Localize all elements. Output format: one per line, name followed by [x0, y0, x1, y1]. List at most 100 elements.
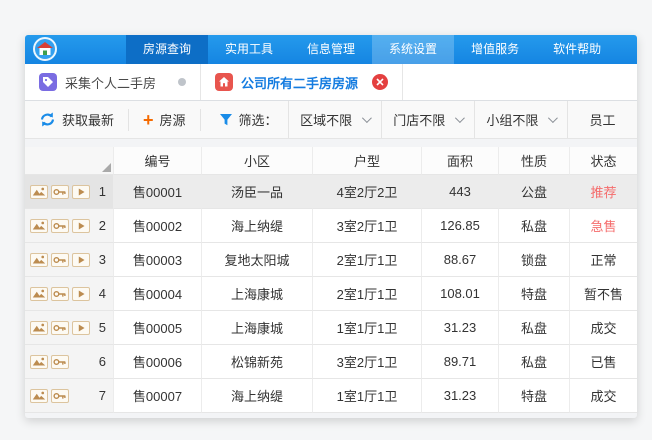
main-menu: 房源查询 实用工具 信息管理 系统设置 增值服务 软件帮助	[126, 35, 618, 64]
cell-area: 89.71	[422, 345, 499, 379]
table-header-row: 编号 小区 户型 面积 性质 状态	[25, 147, 637, 175]
cell-community: 复地太阳城	[202, 243, 313, 277]
cell-layout: 1室1厅1卫	[313, 379, 422, 413]
app-window: 房源查询 实用工具 信息管理 系统设置 增值服务 软件帮助 采集个人二手房	[25, 35, 637, 418]
tab-company-listings[interactable]: 公司所有二手房房源	[201, 64, 403, 100]
row-leader-cell: 7	[25, 379, 114, 413]
key-icon[interactable]	[51, 185, 69, 199]
table-row[interactable]: 5 售00005 上海康城 1室1厅1卫 31.23 私盘 成交	[25, 311, 637, 345]
key-icon[interactable]	[51, 355, 69, 369]
toolbar: 获取最新 + 房源 筛选： 区域不限 门店不限 小组不限 员工	[25, 101, 637, 139]
column-header-status[interactable]: 状态	[570, 147, 637, 175]
image-icon[interactable]	[30, 321, 48, 335]
tab-collect-personal[interactable]: 采集个人二手房	[25, 64, 201, 100]
row-action-icons	[30, 253, 99, 267]
image-icon[interactable]	[30, 355, 48, 369]
table-row[interactable]: 3 售00003 复地太阳城 2室1厅1卫 88.67 锁盘 正常	[25, 243, 637, 277]
house-icon	[215, 73, 233, 91]
menu-item-housing-query[interactable]: 房源查询	[126, 35, 208, 64]
cell-code: 售00005	[114, 311, 202, 345]
add-listing-button[interactable]: + 房源	[129, 101, 200, 138]
close-icon[interactable]	[372, 74, 388, 90]
cell-area: 31.23	[422, 379, 499, 413]
cell-community: 松锦新苑	[202, 345, 313, 379]
table-row[interactable]: 6 售00006 松锦新苑 3室2厅1卫 89.71 私盘 已售	[25, 345, 637, 379]
play-icon[interactable]	[72, 219, 90, 233]
menu-item-help[interactable]: 软件帮助	[536, 35, 618, 64]
region-filter-dropdown[interactable]: 区域不限	[288, 101, 381, 138]
key-icon[interactable]	[51, 219, 69, 233]
play-icon[interactable]	[72, 185, 90, 199]
plus-icon: +	[143, 111, 154, 129]
cell-area: 88.67	[422, 243, 499, 277]
key-icon[interactable]	[51, 389, 69, 403]
menu-item-info-mgmt[interactable]: 信息管理	[290, 35, 372, 64]
table-row[interactable]: 7 售00007 海上纳缇 1室1厅1卫 31.23 特盘 成交	[25, 379, 637, 413]
chevron-down-icon	[362, 113, 372, 123]
cell-layout: 1室1厅1卫	[313, 311, 422, 345]
cell-status: 成交	[570, 379, 637, 413]
employee-filter-dropdown[interactable]: 员工	[567, 101, 637, 138]
tab-dot-icon[interactable]	[178, 78, 186, 86]
image-icon[interactable]	[30, 185, 48, 199]
row-number: 4	[99, 286, 106, 301]
select-all-corner[interactable]	[25, 147, 114, 175]
filter-label: 筛选：	[201, 110, 288, 129]
cell-nature: 私盘	[499, 345, 570, 379]
key-icon[interactable]	[51, 287, 69, 301]
row-action-icons	[30, 287, 99, 301]
cell-status: 暂不售	[570, 277, 637, 311]
cell-status: 成交	[570, 311, 637, 345]
group-filter-dropdown[interactable]: 小组不限	[474, 101, 567, 138]
row-number: 1	[99, 184, 106, 199]
image-icon[interactable]	[30, 287, 48, 301]
refresh-icon	[39, 111, 56, 128]
app-logo-icon[interactable]	[33, 37, 57, 61]
row-number: 7	[99, 388, 106, 403]
cell-layout: 4室2厅2卫	[313, 175, 422, 209]
cell-community: 汤臣一品	[202, 175, 313, 209]
tag-icon	[39, 73, 57, 91]
row-action-icons	[30, 389, 99, 403]
column-header-layout[interactable]: 户型	[313, 147, 422, 175]
table-row[interactable]: 1 售00001 汤臣一品 4室2厅2卫 443 公盘 推荐	[25, 175, 637, 209]
menu-item-system-settings[interactable]: 系统设置	[372, 35, 454, 64]
row-leader-cell: 6	[25, 345, 114, 379]
corner-triangle-icon	[102, 163, 111, 172]
tab-bar: 采集个人二手房 公司所有二手房房源	[25, 64, 637, 101]
table-row[interactable]: 4 售00004 上海康城 2室1厅1卫 108.01 特盘 暂不售	[25, 277, 637, 311]
cell-nature: 私盘	[499, 209, 570, 243]
column-header-area[interactable]: 面积	[422, 147, 499, 175]
table-row[interactable]: 2 售00002 海上纳缇 3室2厅1卫 126.85 私盘 急售	[25, 209, 637, 243]
play-icon[interactable]	[72, 287, 90, 301]
image-icon[interactable]	[30, 389, 48, 403]
cell-nature: 特盘	[499, 277, 570, 311]
cell-community: 海上纳缇	[202, 379, 313, 413]
column-header-nature[interactable]: 性质	[499, 147, 570, 175]
row-action-icons	[30, 355, 99, 369]
column-header-community[interactable]: 小区	[202, 147, 313, 175]
cell-layout: 2室1厅1卫	[313, 277, 422, 311]
menu-item-value-added[interactable]: 增值服务	[454, 35, 536, 64]
play-icon[interactable]	[72, 253, 90, 267]
store-filter-dropdown[interactable]: 门店不限	[381, 101, 474, 138]
cell-code: 售00003	[114, 243, 202, 277]
image-icon[interactable]	[30, 219, 48, 233]
column-header-code[interactable]: 编号	[114, 147, 202, 175]
cell-layout: 3室2厅1卫	[313, 209, 422, 243]
cell-nature: 锁盘	[499, 243, 570, 277]
cell-status: 推荐	[570, 175, 637, 209]
cell-area: 126.85	[422, 209, 499, 243]
menu-item-tools[interactable]: 实用工具	[208, 35, 290, 64]
chevron-down-icon	[455, 113, 465, 123]
table-body: 1 售00001 汤臣一品 4室2厅2卫 443 公盘 推荐 2 售00002 …	[25, 175, 637, 413]
play-icon[interactable]	[72, 321, 90, 335]
funnel-icon	[219, 113, 233, 127]
refresh-button[interactable]: 获取最新	[25, 101, 128, 138]
cell-community: 上海康城	[202, 277, 313, 311]
row-action-icons	[30, 185, 99, 199]
cell-area: 108.01	[422, 277, 499, 311]
key-icon[interactable]	[51, 321, 69, 335]
image-icon[interactable]	[30, 253, 48, 267]
key-icon[interactable]	[51, 253, 69, 267]
